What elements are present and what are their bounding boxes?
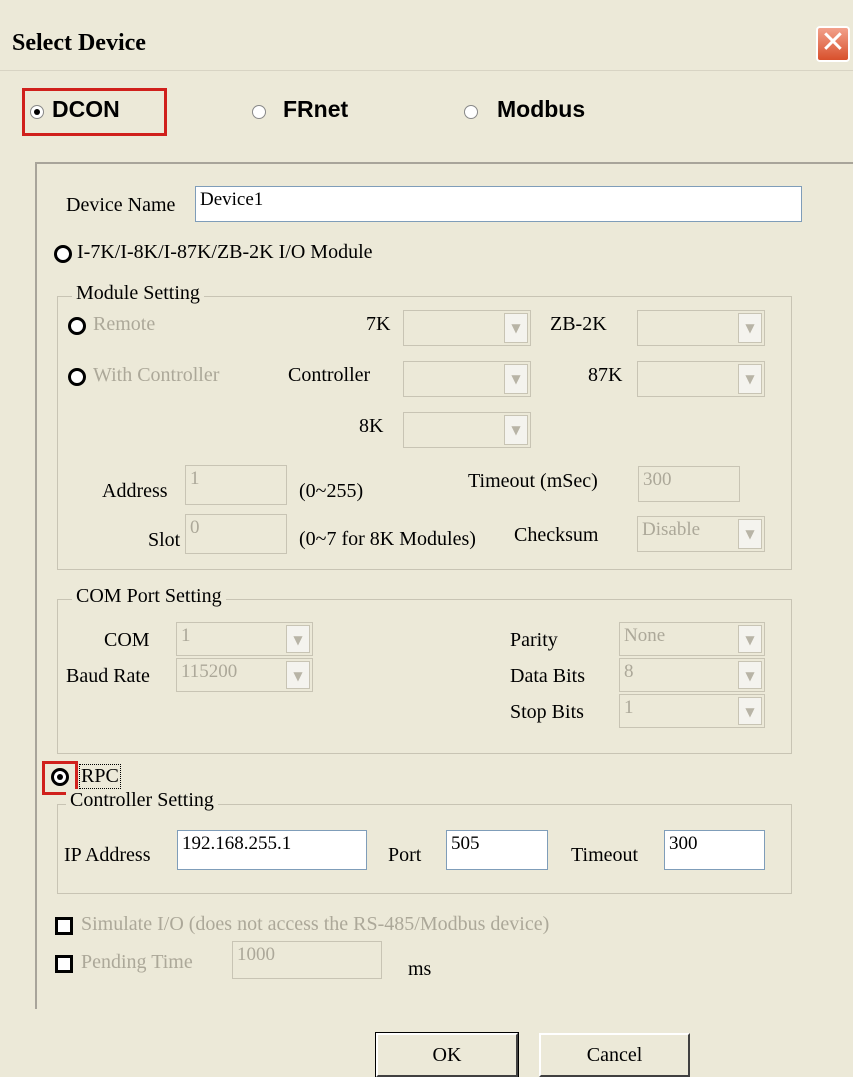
stop-bits-value: 1 — [624, 697, 634, 718]
com-select[interactable]: 1 ▼ — [176, 622, 313, 656]
controller-select[interactable]: ▼ — [403, 361, 531, 397]
chevron-down-icon: ▼ — [504, 364, 528, 394]
simulate-io-checkbox[interactable] — [55, 917, 73, 935]
chevron-down-icon: ▼ — [286, 661, 310, 689]
baud-rate-value: 115200 — [181, 661, 238, 682]
parity-select[interactable]: None ▼ — [619, 622, 765, 656]
chevron-down-icon: ▼ — [504, 415, 528, 445]
parity-label: Parity — [510, 629, 558, 651]
rpc-radio[interactable] — [51, 768, 69, 786]
with-controller-label[interactable]: With Controller — [93, 364, 219, 387]
address-range-label: (0~255) — [299, 480, 364, 502]
remote-radio[interactable] — [68, 317, 86, 335]
port-label: Port — [388, 844, 422, 866]
modbus-label[interactable]: Modbus — [497, 96, 585, 123]
data-bits-label: Data Bits — [510, 665, 585, 687]
com-port-setting-legend: COM Port Setting — [72, 585, 226, 608]
stop-bits-select[interactable]: 1 ▼ — [619, 694, 765, 728]
controller-timeout-input[interactable]: 300 — [664, 830, 765, 870]
chevron-down-icon: ▼ — [738, 519, 762, 549]
close-icon: ✕ — [820, 25, 846, 60]
io-module-radio[interactable] — [54, 245, 72, 263]
chevron-down-icon: ▼ — [738, 364, 762, 394]
with-controller-radio[interactable] — [68, 368, 86, 386]
timeout-msec-input[interactable]: 300 — [638, 466, 740, 502]
pending-time-input[interactable]: 1000 — [232, 941, 382, 979]
chevron-down-icon: ▼ — [738, 697, 762, 725]
controller-timeout-label: Timeout — [571, 844, 639, 866]
parity-value: None — [624, 625, 666, 646]
7k-select[interactable]: ▼ — [403, 310, 531, 346]
ip-address-input[interactable]: 192.168.255.1 — [177, 830, 367, 870]
rpc-label[interactable]: RPC — [79, 764, 121, 789]
remote-label[interactable]: Remote — [93, 313, 155, 336]
frnet-radio[interactable] — [252, 105, 266, 119]
simulate-io-label[interactable]: Simulate I/O (does not access the RS-485… — [81, 913, 549, 936]
zb2k-select[interactable]: ▼ — [637, 310, 765, 346]
modbus-radio[interactable] — [464, 105, 478, 119]
ok-button[interactable]: OK — [375, 1032, 519, 1077]
chevron-down-icon: ▼ — [504, 313, 528, 343]
zb2k-label: ZB-2K — [550, 313, 607, 335]
controller-setting-legend: Controller Setting — [66, 789, 218, 812]
frnet-label[interactable]: FRnet — [283, 96, 348, 123]
close-button[interactable]: ✕ — [816, 26, 850, 62]
87k-label: 87K — [588, 364, 623, 386]
8k-select[interactable]: ▼ — [403, 412, 531, 448]
chevron-down-icon: ▼ — [738, 625, 762, 653]
dcon-label[interactable]: DCON — [52, 96, 120, 123]
controller-label: Controller — [288, 364, 371, 386]
data-bits-value: 8 — [624, 661, 634, 682]
device-name-label: Device Name — [66, 194, 176, 216]
device-name-input[interactable]: Device1 — [195, 186, 802, 222]
slot-input[interactable]: 0 — [185, 514, 287, 554]
data-bits-select[interactable]: 8 ▼ — [619, 658, 765, 692]
87k-select[interactable]: ▼ — [637, 361, 765, 397]
pending-time-label[interactable]: Pending Time — [81, 951, 193, 974]
pending-time-checkbox[interactable] — [55, 955, 73, 973]
8k-label: 8K — [359, 415, 384, 437]
dcon-radio[interactable] — [30, 105, 44, 119]
stop-bits-label: Stop Bits — [510, 701, 584, 723]
com-value: 1 — [181, 625, 191, 646]
checksum-value: Disable — [642, 519, 701, 540]
port-input[interactable]: 505 — [446, 830, 548, 870]
io-module-label[interactable]: I-7K/I-8K/I-87K/ZB-2K I/O Module — [77, 241, 373, 264]
checksum-select[interactable]: Disable ▼ — [637, 516, 765, 552]
pending-time-unit: ms — [408, 958, 432, 980]
dialog-title: Select Device — [12, 30, 146, 56]
ip-address-label: IP Address — [64, 844, 151, 866]
com-label: COM — [104, 629, 150, 651]
chevron-down-icon: ▼ — [738, 313, 762, 343]
cancel-button[interactable]: Cancel — [539, 1033, 690, 1077]
module-setting-legend: Module Setting — [72, 282, 204, 305]
address-input[interactable]: 1 — [185, 465, 287, 505]
baud-rate-select[interactable]: 115200 ▼ — [176, 658, 313, 692]
checksum-label: Checksum — [514, 524, 599, 546]
slot-label: Slot — [148, 529, 181, 551]
slot-range-label: (0~7 for 8K Modules) — [299, 528, 476, 550]
address-label: Address — [102, 480, 168, 502]
baud-rate-label: Baud Rate — [66, 665, 150, 687]
timeout-msec-label: Timeout (mSec) — [468, 470, 598, 492]
7k-label: 7K — [366, 313, 391, 335]
chevron-down-icon: ▼ — [738, 661, 762, 689]
chevron-down-icon: ▼ — [286, 625, 310, 653]
